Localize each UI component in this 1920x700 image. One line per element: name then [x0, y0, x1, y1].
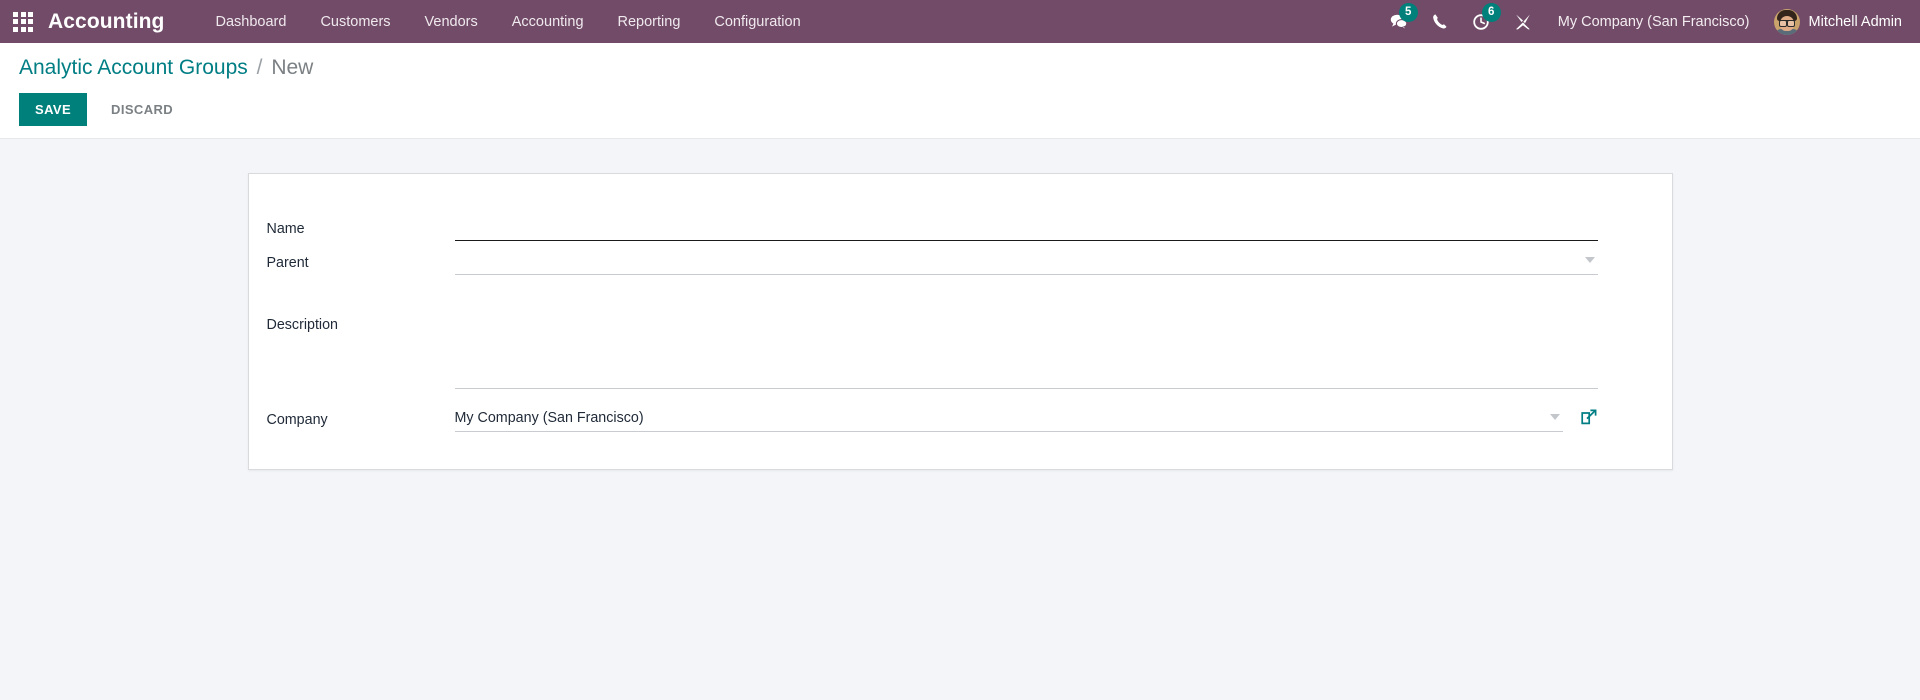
breadcrumb: Analytic Account Groups / New: [0, 56, 1920, 80]
menu-item-vendors[interactable]: Vendors: [408, 3, 495, 41]
save-button[interactable]: SAVE: [19, 93, 88, 127]
top-navbar: Accounting Dashboard Customers Vendors A…: [0, 0, 1920, 43]
field-row-company: Company: [266, 405, 1598, 433]
discard-button[interactable]: DISCARD: [97, 93, 187, 126]
label-description: Description: [266, 317, 339, 334]
app-brand-accounting[interactable]: Accounting: [46, 10, 173, 34]
avatar: [1773, 8, 1800, 35]
wrench-tools-icon: [1515, 14, 1530, 29]
phone-button[interactable]: [1420, 0, 1460, 43]
control-panel: Analytic Account Groups / New SAVE DISCA…: [0, 43, 1920, 140]
messages-badge: 5: [1398, 3, 1418, 22]
content-area: Name Parent Description Company My Compa…: [0, 139, 1920, 693]
activities-badge: 6: [1481, 3, 1501, 22]
field-row-description: Description: [266, 310, 1598, 390]
company-switcher[interactable]: My Company (San Francisco): [1544, 14, 1764, 30]
menu-item-reporting[interactable]: Reporting: [601, 3, 698, 41]
label-parent: Parent: [266, 255, 309, 272]
breadcrumb-separator: /: [256, 56, 263, 79]
form-action-buttons: SAVE DISCARD: [0, 80, 1920, 127]
external-link-icon[interactable]: [1580, 405, 1598, 426]
systray: 5 6 My Company (San Francisco) Mitchell …: [1377, 0, 1920, 43]
form-sheet: Name Parent Description Company My Compa…: [247, 173, 1673, 471]
description-textarea[interactable]: [454, 310, 1598, 390]
label-company: Company: [266, 412, 328, 429]
apps-grid-icon: [13, 11, 33, 32]
label-name: Name: [266, 221, 305, 238]
field-row-name: Name: [266, 214, 1598, 242]
activities-button[interactable]: 6: [1460, 0, 1502, 43]
messages-button[interactable]: 5: [1377, 0, 1420, 43]
name-input[interactable]: [454, 214, 1598, 242]
user-menu[interactable]: Mitchell Admin: [1764, 8, 1902, 35]
menu-item-configuration[interactable]: Configuration: [697, 3, 817, 41]
parent-input[interactable]: [454, 248, 1598, 276]
phone-icon: [1432, 14, 1447, 29]
debug-tools-button[interactable]: [1502, 0, 1544, 43]
company-input[interactable]: [454, 405, 1563, 433]
menu-item-customers[interactable]: Customers: [303, 3, 407, 41]
breadcrumb-current: New: [271, 56, 314, 79]
menu-item-dashboard[interactable]: Dashboard: [199, 3, 304, 41]
menu-item-accounting[interactable]: Accounting: [495, 3, 601, 41]
user-name-label: Mitchell Admin: [1808, 13, 1902, 30]
breadcrumb-root[interactable]: Analytic Account Groups: [19, 56, 248, 79]
apps-menu-toggle[interactable]: [0, 0, 46, 43]
main-menu: Dashboard Customers Vendors Accounting R…: [199, 3, 818, 41]
field-row-parent: Parent: [266, 248, 1598, 276]
